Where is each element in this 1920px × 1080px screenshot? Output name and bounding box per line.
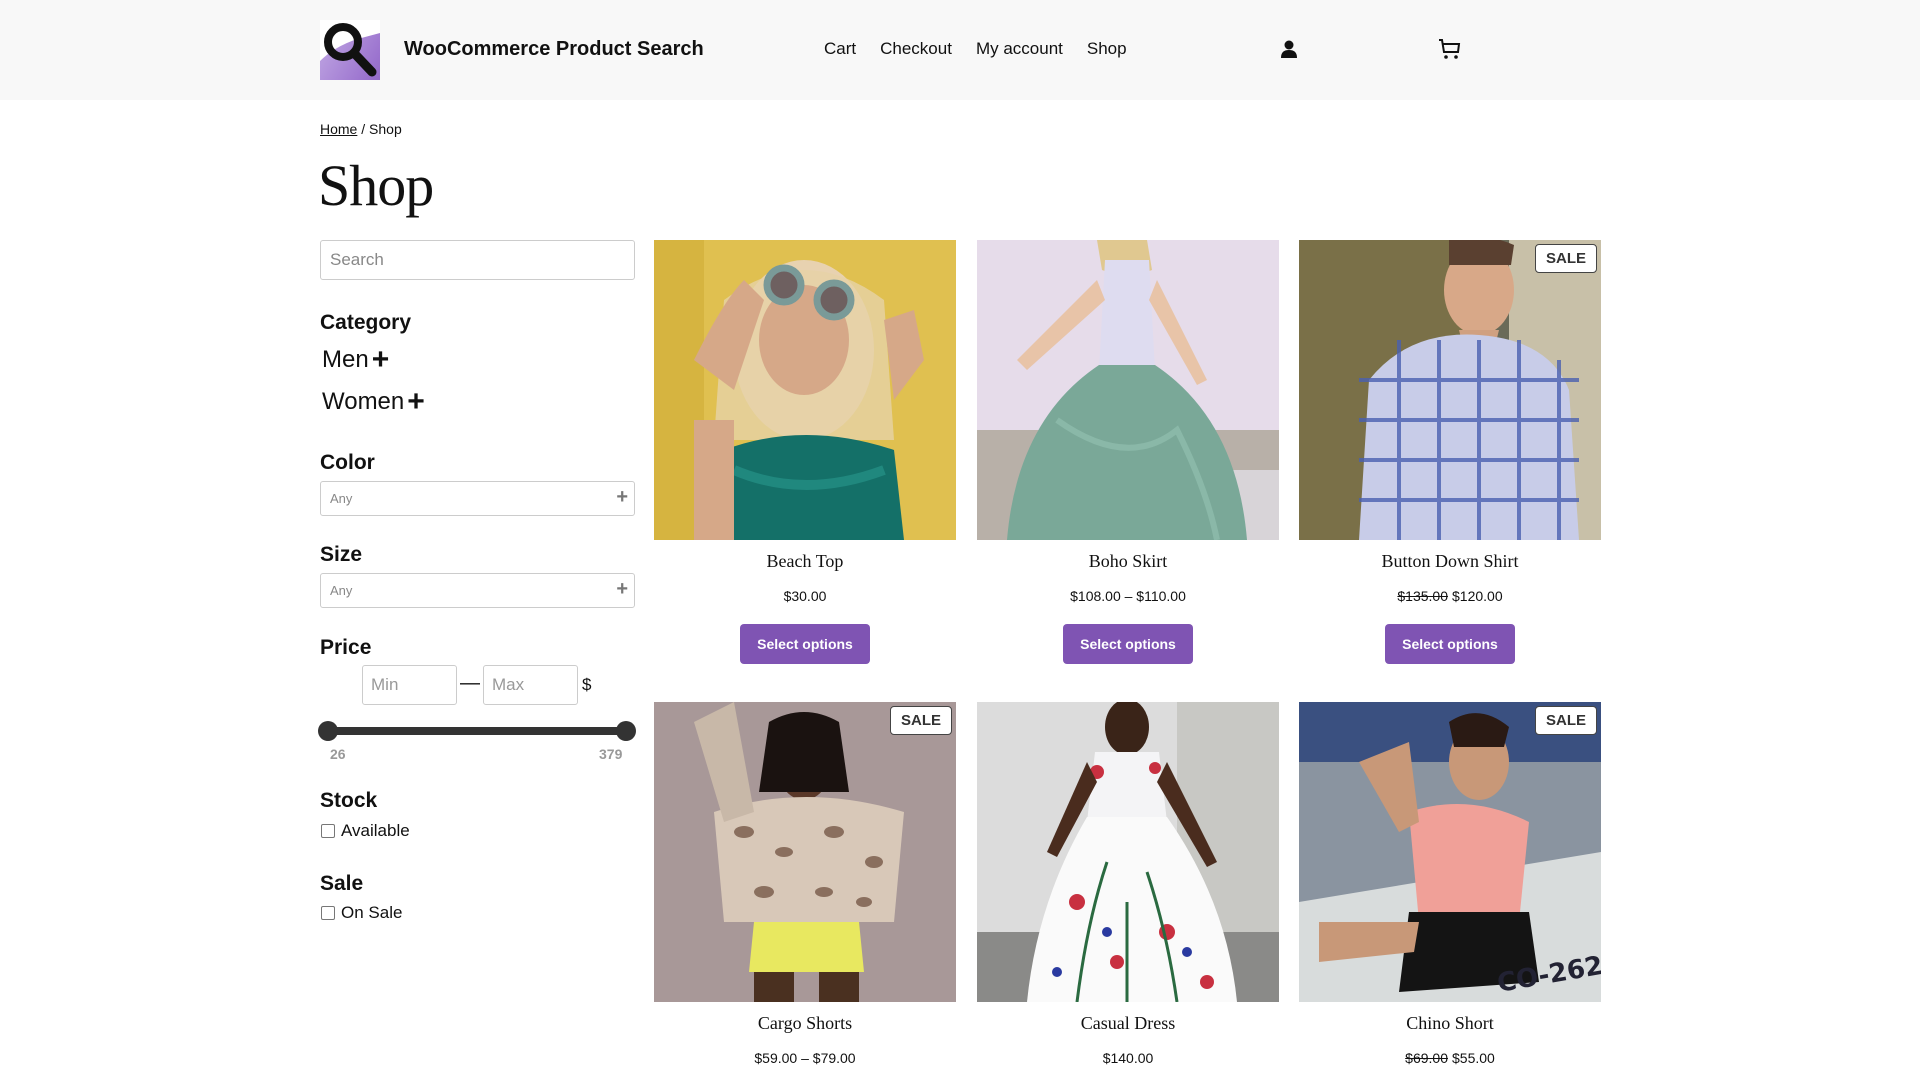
plus-icon: +: [616, 486, 628, 508]
current-price: $30.00: [783, 588, 827, 604]
product-title[interactable]: Cargo Shorts: [654, 1013, 956, 1034]
price-heading: Price: [320, 636, 372, 659]
product-image[interactable]: SALE: [1299, 240, 1601, 540]
magnifier-logo-icon: [324, 23, 377, 77]
stock-available-checkbox[interactable]: Available: [321, 821, 410, 841]
product-price: $30.00: [654, 588, 956, 604]
plus-icon: +: [616, 578, 628, 600]
color-heading: Color: [320, 451, 375, 474]
sale-badge: SALE: [889, 706, 952, 735]
category-women[interactable]: Women +: [322, 387, 425, 417]
product-title[interactable]: Beach Top: [654, 551, 956, 572]
nav-shop[interactable]: Shop: [1087, 39, 1127, 59]
breadcrumb: Home / Shop: [320, 121, 402, 137]
on-sale-checkbox[interactable]: On Sale: [321, 903, 402, 923]
product-title[interactable]: Button Down Shirt: [1299, 551, 1601, 572]
select-options-button[interactable]: Select options: [1385, 624, 1515, 664]
product-search-input[interactable]: [320, 240, 635, 280]
sale-badge: SALE: [1534, 244, 1597, 273]
sale-heading: Sale: [320, 872, 364, 895]
color-placeholder: Any: [330, 491, 353, 506]
product-image[interactable]: [977, 702, 1279, 1002]
nav-checkout[interactable]: Checkout: [880, 39, 952, 59]
product-price: $135.00 $120.00: [1299, 588, 1601, 604]
user-icon[interactable]: [1280, 40, 1298, 60]
product-price: $69.00 $55.00: [1299, 1050, 1601, 1066]
site-title[interactable]: WooCommerce Product Search: [404, 38, 704, 61]
current-price: $55.00: [1452, 1050, 1495, 1066]
category-heading: Category: [320, 311, 412, 334]
price-slider-min-handle[interactable]: [318, 721, 338, 741]
regular-price: $135.00: [1397, 588, 1448, 604]
breadcrumb-separator: /: [357, 121, 370, 137]
category-men[interactable]: Men +: [322, 345, 389, 375]
checkbox[interactable]: [321, 824, 335, 838]
expand-plus-icon[interactable]: +: [407, 387, 425, 417]
select-options-button[interactable]: Select options: [1063, 624, 1193, 664]
checkbox-label: Available: [341, 821, 410, 840]
size-heading: Size: [320, 543, 363, 566]
price-slider-max-label: 379: [599, 746, 623, 762]
product-price: $59.00 – $79.00: [654, 1050, 956, 1066]
stock-heading: Stock: [320, 789, 378, 812]
current-price: $120.00: [1452, 588, 1503, 604]
checkbox[interactable]: [321, 906, 335, 920]
category-label: Women: [322, 388, 405, 415]
product-title[interactable]: Casual Dress: [977, 1013, 1279, 1034]
price-max-input[interactable]: [483, 665, 578, 705]
price-slider-max-handle[interactable]: [616, 721, 636, 741]
size-placeholder: Any: [330, 583, 353, 598]
nav-my-account[interactable]: My account: [976, 39, 1063, 59]
current-price: $140.00: [1102, 1050, 1154, 1066]
breadcrumb-home[interactable]: Home: [320, 121, 357, 137]
price-slider-track[interactable]: [328, 727, 626, 735]
product-image[interactable]: SALE: [654, 702, 956, 1002]
select-options-button[interactable]: Select options: [740, 624, 870, 664]
product-image[interactable]: [654, 240, 956, 540]
site-header: WooCommerce Product Search Cart Checkout…: [0, 0, 1920, 100]
site-logo[interactable]: [320, 20, 380, 80]
price-range-dash: —: [460, 672, 480, 694]
breadcrumb-current: Shop: [369, 121, 402, 137]
current-price: $108.00 – $110.00: [1070, 588, 1186, 604]
expand-plus-icon[interactable]: +: [372, 345, 390, 375]
cart-icon[interactable]: [1438, 39, 1462, 61]
page-title: Shop: [318, 153, 434, 218]
price-min-input[interactable]: [362, 665, 457, 705]
product-title[interactable]: Boho Skirt: [977, 551, 1279, 572]
nav-cart[interactable]: Cart: [824, 39, 856, 59]
current-price: $59.00 – $79.00: [754, 1050, 856, 1066]
size-filter-select[interactable]: Any +: [320, 573, 635, 608]
checkbox-label: On Sale: [341, 903, 403, 922]
color-filter-select[interactable]: Any +: [320, 481, 635, 516]
category-label: Men: [322, 346, 369, 373]
product-title[interactable]: Chino Short: [1299, 1013, 1601, 1034]
product-price: $108.00 – $110.00: [977, 588, 1279, 604]
primary-nav: Cart Checkout My account Shop: [824, 39, 1151, 59]
product-image[interactable]: CO-26269-BM SALE: [1299, 702, 1601, 1002]
regular-price: $69.00: [1405, 1050, 1448, 1066]
product-image[interactable]: [977, 240, 1279, 540]
sale-badge: SALE: [1534, 706, 1597, 735]
product-price: $140.00: [977, 1050, 1279, 1066]
currency-symbol: $: [582, 675, 592, 694]
price-slider-min-label: 26: [330, 746, 346, 762]
